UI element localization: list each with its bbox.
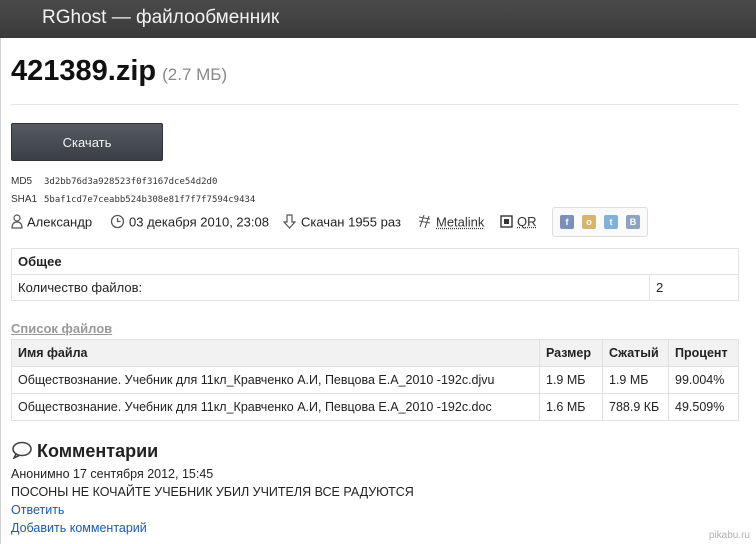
file-list-table: Имя файла Размер Сжатый Процент Общество…: [11, 339, 739, 421]
add-comment-link[interactable]: Добавить комментарий: [11, 521, 147, 535]
download-count-icon: [282, 214, 297, 232]
comments-heading-block: Комментарии: [11, 441, 158, 464]
md5-value: 3d2bb76d3a928523f0f3167dce54d2d0: [44, 177, 218, 187]
file-percent-cell: 99.004%: [668, 366, 739, 394]
file-size: (2.7 МБ): [162, 65, 228, 84]
social-share-box: f o t B: [552, 207, 648, 237]
sha1-value: 5baf1cd7e7ceabb524b308e81f7f7f7594c9434: [44, 195, 256, 205]
top-bar: RGhost — файлообменник: [0, 0, 756, 38]
file-compressed-cell: 1.9 МБ: [602, 366, 669, 394]
facebook-icon[interactable]: f: [560, 215, 574, 229]
comment-text: ПОСОНЫ НЕ КОЧАЙТЕ УЧЕБНИК УБИЛ УЧИТЕЛЯ В…: [11, 485, 414, 499]
file-count-value: 2: [649, 274, 739, 301]
general-heading: Общее: [11, 248, 739, 275]
watermark: pikabu.ru: [708, 530, 750, 541]
metalink-item[interactable]: Metalink: [417, 214, 484, 232]
file-name-cell: Обществознание. Учебник для 11кл_Кравчен…: [11, 366, 540, 394]
table-row: Обществознание. Учебник для 11кл_Кравчен…: [11, 366, 739, 394]
qr-icon: [500, 214, 513, 231]
divider: [11, 104, 739, 105]
page-border: [0, 38, 1, 544]
sha1-row: SHA1 5baf1cd7e7ceabb524b308e81f7f7f7594c9…: [11, 194, 255, 205]
upload-date: 03 декабря 2010, 23:08: [129, 214, 269, 230]
comments-heading: Комментарии: [37, 441, 159, 461]
metalink-link[interactable]: Metalink: [436, 214, 484, 229]
file-title-block: 421389.zip (2.7 МБ): [11, 55, 227, 88]
vkontakte-glyph: B: [629, 217, 637, 227]
download-button[interactable]: Скачать: [11, 123, 163, 161]
file-name: 421389.zip: [11, 55, 157, 87]
user-icon: [11, 214, 23, 232]
file-size-cell: 1.6 МБ: [539, 393, 603, 421]
download-count: Скачан 1955 раз: [301, 214, 401, 230]
reply-link[interactable]: Ответить: [11, 503, 64, 517]
facebook-glyph: f: [565, 217, 569, 227]
metalink-icon: [417, 214, 432, 232]
comment-meta: Анонимно 17 сентября 2012, 15:45: [11, 467, 214, 481]
file-size-cell: 1.9 МБ: [539, 366, 603, 394]
comment-bubble-icon: [11, 441, 33, 464]
file-name-cell: Обществознание. Учебник для 11кл_Кравчен…: [11, 393, 540, 421]
column-header-percent[interactable]: Процент: [668, 339, 739, 367]
md5-label: MD5: [11, 176, 33, 187]
odnoklassniki-icon[interactable]: o: [582, 215, 596, 229]
twitter-icon[interactable]: t: [604, 215, 618, 229]
clock-icon: [110, 214, 125, 232]
twitter-glyph: t: [609, 217, 613, 227]
file-list-header-row: Имя файла Размер Сжатый Процент: [11, 339, 739, 367]
general-header-row: Общее: [11, 248, 739, 275]
md5-row: MD5 3d2bb76d3a928523f0f3167dce54d2d0: [11, 176, 217, 187]
file-percent-cell: 49.509%: [668, 393, 739, 421]
table-row: Обществознание. Учебник для 11кл_Кравчен…: [11, 393, 739, 421]
column-header-compressed[interactable]: Сжатый: [602, 339, 669, 367]
general-info-table: Общее Количество файлов: 2: [11, 248, 739, 301]
vkontakte-icon[interactable]: B: [626, 215, 640, 229]
odnoklassniki-glyph: o: [586, 217, 592, 227]
file-list-link[interactable]: Список файлов: [11, 321, 112, 336]
table-row: Количество файлов: 2: [11, 274, 739, 301]
site-brand[interactable]: RGhost — файлообменник: [42, 7, 279, 29]
file-count-label: Количество файлов:: [11, 274, 650, 301]
qr-link[interactable]: QR: [517, 214, 537, 229]
qr-item[interactable]: QR: [500, 214, 537, 231]
date-item: 03 декабря 2010, 23:08: [110, 214, 269, 232]
author-name: Александр: [27, 214, 93, 230]
file-compressed-cell: 788.9 КБ: [602, 393, 669, 421]
column-header-size[interactable]: Размер: [539, 339, 603, 367]
downloads-item: Скачан 1955 раз: [282, 214, 401, 232]
column-header-name[interactable]: Имя файла: [11, 339, 540, 367]
sha1-label: SHA1: [11, 194, 38, 205]
author-item: Александр: [11, 214, 92, 232]
